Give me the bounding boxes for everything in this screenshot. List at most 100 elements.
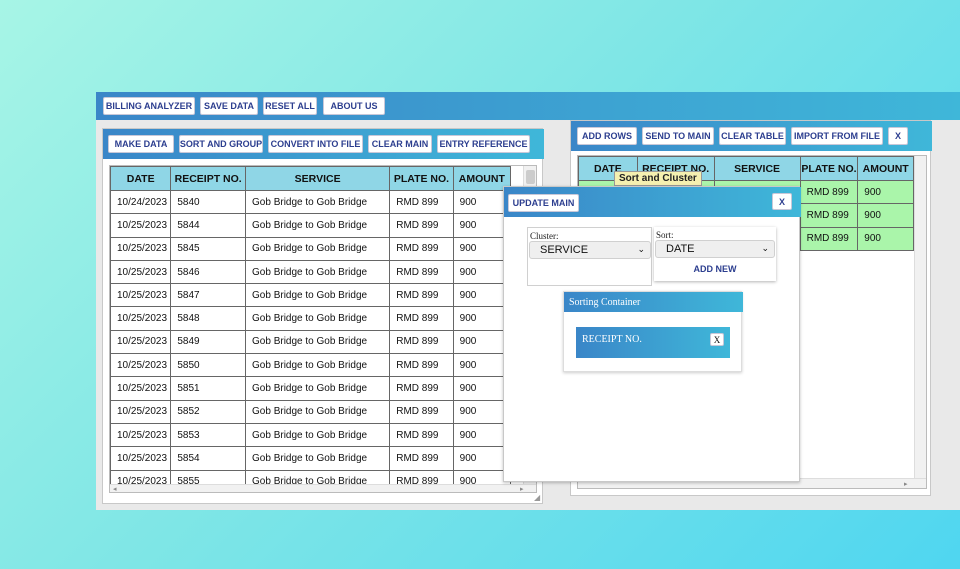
table-cell[interactable]: RMD 899 [389,213,454,238]
table-row[interactable]: 10/25/2023 5849 Gob Bridge to Gob Bridge RM… [110,329,512,355]
table-cell[interactable]: 900 [452,446,512,471]
table-cell[interactable]: 5849 [170,329,247,355]
table-row[interactable]: 10/25/2023 5848 Gob Bridge to Gob Bridge RM… [110,306,512,331]
sorting-item[interactable]: RECEIPT NO. X [576,327,730,358]
table-cell[interactable]: 900 [452,189,512,215]
table-row[interactable]: 10/25/2023 5846 Gob Bridge to Gob Bridge RM… [110,259,512,285]
table-cell[interactable]: Gob Bridge to Gob Bridge [245,353,391,378]
table-row[interactable]: 10/25/2023 5850 Gob Bridge to Gob Bridge RM… [110,353,512,378]
table-cell[interactable]: 900 [857,179,914,205]
table-row[interactable]: 10/24/2023 5840 Gob Bridge to Gob Bridge RM… [110,189,512,215]
resize-grip-icon[interactable]: ◢ [534,493,540,502]
clear-table-button[interactable]: CLEAR TABLE [719,127,786,145]
table-row[interactable]: 10/25/2023 5847 Gob Bridge to Gob Bridge RM… [110,283,512,308]
table-cell[interactable]: 5848 [170,306,247,331]
scroll-right-icon[interactable]: ▸ [904,480,908,488]
sort-and-group-button[interactable]: SORT AND GROUP [179,135,263,153]
main-horizontal-scrollbar[interactable]: ◂ ▸ [110,484,536,492]
scroll-left-icon[interactable]: ◂ [113,485,117,492]
main-scroll-thumb[interactable] [526,170,535,184]
table-cell[interactable]: 10/25/2023 [110,236,172,261]
table-row[interactable]: 10/25/2023 5854 Gob Bridge to Gob Bridge RM… [110,446,512,471]
table-cell[interactable]: 900 [452,283,512,308]
reset-all-button[interactable]: RESET ALL [263,97,317,115]
add-rows-button[interactable]: ADD ROWS [577,127,637,145]
table-cell[interactable]: Gob Bridge to Gob Bridge [245,446,391,471]
table-row[interactable]: 10/25/2023 5845 Gob Bridge to Gob Bridge RM… [110,236,512,261]
make-data-button[interactable]: MAKE DATA [108,135,174,153]
table-cell[interactable]: 5850 [170,353,247,378]
table-cell[interactable]: Gob Bridge to Gob Bridge [245,236,391,261]
table-cell[interactable]: 900 [452,422,512,448]
close-sort-dialog-button[interactable]: X [772,193,792,210]
table-cell[interactable]: 5854 [170,446,247,471]
table-cell[interactable]: 10/25/2023 [110,329,172,355]
table-cell[interactable]: RMD 899 [799,179,859,205]
update-main-button[interactable]: UPDATE MAIN [508,194,579,212]
table-cell[interactable]: 900 [452,306,512,331]
table-cell[interactable]: RMD 899 [799,203,859,228]
table-cell[interactable]: 5840 [170,189,247,215]
cluster-select[interactable]: SERVICE ⌄ [529,241,651,259]
billing-analyzer-button[interactable]: BILLING ANALYZER [103,97,195,115]
table-cell[interactable]: RMD 899 [389,283,454,308]
table-cell[interactable]: Gob Bridge to Gob Bridge [245,306,391,331]
table-cell[interactable]: Gob Bridge to Gob Bridge [245,213,391,238]
table-cell[interactable]: 900 [452,213,512,238]
table-cell[interactable]: Gob Bridge to Gob Bridge [245,399,391,424]
table-cell[interactable]: 900 [857,203,914,228]
table-cell[interactable]: 5853 [170,422,247,448]
close-second-window-button[interactable]: X [888,127,908,145]
send-to-main-button[interactable]: SEND TO MAIN [642,127,714,145]
table-cell[interactable]: 10/25/2023 [110,283,172,308]
save-data-button[interactable]: SAVE DATA [200,97,258,115]
entry-reference-button[interactable]: ENTRY REFERENCE [437,135,530,153]
table-cell[interactable]: 10/24/2023 [110,189,172,215]
sort-select[interactable]: DATE ⌄ [655,240,775,258]
import-from-file-button[interactable]: IMPORT FROM FILE [791,127,883,145]
about-us-button[interactable]: ABOUT US [323,97,385,115]
table-cell[interactable]: RMD 899 [389,446,454,471]
clear-main-button[interactable]: CLEAR MAIN [368,135,432,153]
table-cell[interactable]: 900 [857,226,914,251]
table-cell[interactable]: RMD 899 [389,189,454,215]
table-cell[interactable]: Gob Bridge to Gob Bridge [245,422,391,448]
table-cell[interactable]: RMD 899 [389,422,454,448]
table-cell[interactable]: 10/25/2023 [110,259,172,285]
table-cell[interactable]: RMD 899 [389,376,454,401]
convert-into-file-button[interactable]: CONVERT INTO FILE [268,135,363,153]
add-new-button[interactable]: ADD NEW [654,264,776,274]
table-cell[interactable]: RMD 899 [389,353,454,378]
table-cell[interactable]: Gob Bridge to Gob Bridge [245,376,391,401]
table-cell[interactable]: 900 [452,236,512,261]
table-cell[interactable]: 900 [452,259,512,285]
table-cell[interactable]: 10/25/2023 [110,399,172,424]
table-cell[interactable]: 5844 [170,213,247,238]
table-row[interactable]: 10/25/2023 5844 Gob Bridge to Gob Bridge RM… [110,213,512,238]
table-cell[interactable]: RMD 899 [799,226,859,251]
table-cell[interactable]: RMD 899 [389,306,454,331]
table-cell[interactable]: 10/25/2023 [110,213,172,238]
table-cell[interactable]: 5852 [170,399,247,424]
table-cell[interactable]: 5851 [170,376,247,401]
table-cell[interactable]: 900 [452,353,512,378]
table-cell[interactable]: 900 [452,399,512,424]
table-cell[interactable]: RMD 899 [389,329,454,355]
table-cell[interactable]: RMD 899 [389,236,454,261]
remove-sorting-item-button[interactable]: X [710,333,724,346]
table-cell[interactable]: 10/25/2023 [110,446,172,471]
table-cell[interactable]: 900 [452,376,512,401]
table-cell[interactable]: Gob Bridge to Gob Bridge [245,329,391,355]
table-cell[interactable]: 10/25/2023 [110,422,172,448]
table-row[interactable]: 10/25/2023 5853 Gob Bridge to Gob Bridge RM… [110,422,512,448]
table-cell[interactable]: Gob Bridge to Gob Bridge [245,283,391,308]
table-cell[interactable]: Gob Bridge to Gob Bridge [245,259,391,285]
scroll-right-icon[interactable]: ▸ [520,485,524,492]
table-cell[interactable]: 10/25/2023 [110,376,172,401]
table-cell[interactable]: 10/25/2023 [110,353,172,378]
table-cell[interactable]: 10/25/2023 [110,306,172,331]
table-cell[interactable]: 5847 [170,283,247,308]
table-cell[interactable]: 900 [452,329,512,355]
table-cell[interactable]: 5846 [170,259,247,285]
table-cell[interactable]: RMD 899 [389,259,454,285]
